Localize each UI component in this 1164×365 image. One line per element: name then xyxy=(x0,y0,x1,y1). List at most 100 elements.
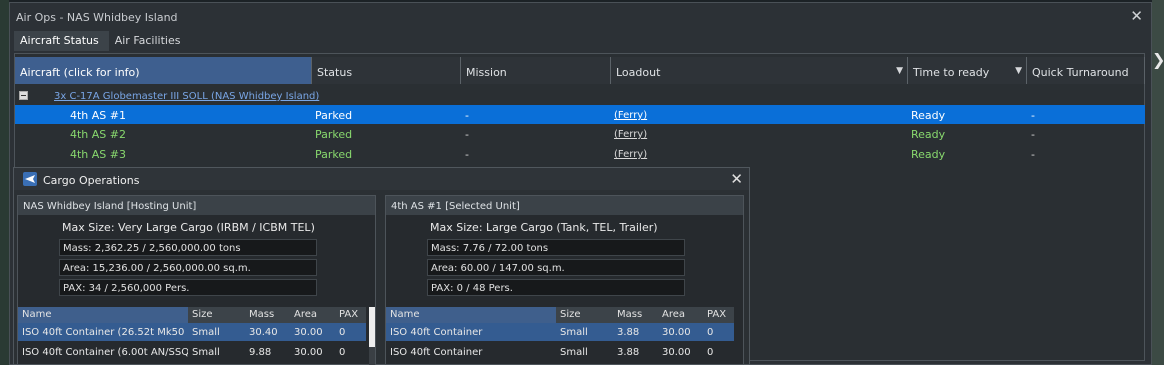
col-size[interactable]: Size xyxy=(188,307,245,323)
mass-meter: Mass: 7.76 / 72.00 tons xyxy=(427,239,685,256)
quick-turnaround: - xyxy=(1031,109,1035,122)
cargo-table-header: Name Size Mass Area PAX xyxy=(386,307,734,323)
cargo-size: Small xyxy=(192,347,220,358)
cargo-mass: 30.40 xyxy=(249,327,278,338)
tab-air-facilities[interactable]: Air Facilities xyxy=(109,31,191,51)
cargo-size: Small xyxy=(560,327,588,338)
max-size-label: Max Size: Large Cargo (Tank, TEL, Traile… xyxy=(430,221,658,234)
pax-meter: PAX: 0 / 48 Pers. xyxy=(427,279,685,296)
col-area[interactable]: Area xyxy=(658,307,703,323)
cargo-area: 30.00 xyxy=(294,327,323,338)
scrollbar-thumb[interactable] xyxy=(369,307,375,347)
tab-bar: Aircraft Status Air Facilities xyxy=(14,31,190,51)
column-header-time-to-ready[interactable]: Time to ready ▼ xyxy=(908,57,1027,84)
loadout-link[interactable]: (Ferry) xyxy=(614,149,647,160)
col-size[interactable]: Size xyxy=(556,307,613,323)
aircraft-mission: - xyxy=(465,109,469,122)
column-header-quick-turnaround[interactable]: Quick Turnaround xyxy=(1027,57,1145,84)
cargo-row[interactable]: ISO 40ft Container (6.00t AN/SSQ... Smal… xyxy=(18,343,366,361)
loadout-link[interactable]: (Ferry) xyxy=(614,110,647,121)
aircraft-name: 4th AS #3 xyxy=(70,148,126,161)
cargo-mass: 9.88 xyxy=(249,347,272,358)
cargo-area: 30.00 xyxy=(294,347,323,358)
cargo-table-header: Name Size Mass Area PAX xyxy=(18,307,366,323)
column-label: Time to ready xyxy=(913,66,990,79)
aircraft-status: Parked xyxy=(315,128,353,141)
column-label: Status xyxy=(317,66,353,79)
background-map-right: ❯ xyxy=(1152,0,1164,365)
col-area[interactable]: Area xyxy=(290,307,335,323)
aircraft-name: 4th AS #1 xyxy=(70,109,126,122)
cargo-mass: 3.88 xyxy=(617,327,640,338)
quick-turnaround: - xyxy=(1031,148,1035,161)
cargo-name: ISO 40ft Container (26.52t Mk50 B... xyxy=(22,327,188,338)
col-name[interactable]: Name xyxy=(18,307,188,323)
column-header-loadout[interactable]: Loadout ▼ xyxy=(611,57,908,84)
cargo-name: ISO 40ft Container xyxy=(390,327,483,338)
area-meter: Area: 60.00 / 147.00 sq.m. xyxy=(427,259,685,276)
chevron-right-icon[interactable]: ❯ xyxy=(1152,50,1164,69)
close-icon[interactable]: ✕ xyxy=(1130,7,1143,25)
aircraft-row[interactable]: 4th AS #1 Parked - (Ferry) Ready - xyxy=(15,105,1145,124)
cargo-dialog-title: Cargo Operations xyxy=(43,174,140,187)
aircraft-group-row: 3x C-17A Globemaster III SOLL (NAS Whidb… xyxy=(15,88,1145,105)
time-to-ready: Ready xyxy=(911,128,946,141)
aircraft-row[interactable]: 4th AS #2 Parked - (Ferry) Ready - xyxy=(15,124,1145,143)
tab-aircraft-status[interactable]: Aircraft Status xyxy=(14,31,109,51)
cargo-dialog-header: Cargo Operations ✕ xyxy=(14,168,749,190)
pax-meter: PAX: 34 / 2,560,000 Pers. xyxy=(59,279,317,296)
col-mass[interactable]: Mass xyxy=(245,307,290,323)
cargo-name: ISO 40ft Container (6.00t AN/SSQ... xyxy=(22,347,188,358)
selected-unit-header: 4th AS #1 [Selected Unit] xyxy=(386,196,743,215)
aircraft-row[interactable]: 4th AS #3 Parked - (Ferry) Ready - xyxy=(15,144,1145,163)
background-map-left xyxy=(0,0,9,365)
column-label: Quick Turnaround xyxy=(1032,66,1129,79)
cargo-name: ISO 40ft Container xyxy=(390,347,483,358)
cargo-pax: 0 xyxy=(339,327,346,338)
aircraft-mission: - xyxy=(465,128,469,141)
column-label: Mission xyxy=(466,66,507,79)
cargo-size: Small xyxy=(192,327,220,338)
column-label: Loadout xyxy=(616,66,661,79)
cargo-row[interactable]: ISO 40ft Container (26.52t Mk50 B... Sma… xyxy=(18,323,366,341)
cargo-mass: 3.88 xyxy=(617,347,640,358)
cargo-row[interactable]: ISO 40ft Container Small 3.88 30.00 0 xyxy=(386,343,734,361)
selected-unit-pane: 4th AS #1 [Selected Unit] Max Size: Larg… xyxy=(385,195,744,365)
area-meter: Area: 15,236.00 / 2,560,000.00 sq.m. xyxy=(59,259,317,276)
aircraft-name: 4th AS #2 xyxy=(70,128,126,141)
hosting-unit-header: NAS Whidbey Island [Hosting Unit] xyxy=(18,196,375,215)
col-mass[interactable]: Mass xyxy=(613,307,658,323)
col-pax[interactable]: PAX xyxy=(703,307,734,323)
dropdown-icon[interactable]: ▼ xyxy=(896,66,903,76)
cargo-area: 30.00 xyxy=(662,347,691,358)
cargo-size: Small xyxy=(560,347,588,358)
max-size-label: Max Size: Very Large Cargo (IRBM / ICBM … xyxy=(62,221,315,234)
cargo-operations-dialog: Cargo Operations ✕ NAS Whidbey Island [H… xyxy=(13,167,750,365)
cargo-pax: 0 xyxy=(339,347,346,358)
dropdown-icon[interactable]: ▼ xyxy=(1015,66,1022,76)
time-to-ready: Ready xyxy=(911,109,946,122)
column-header-status[interactable]: Status xyxy=(312,57,461,84)
cargo-area: 30.00 xyxy=(662,327,691,338)
time-to-ready: Ready xyxy=(911,148,946,161)
column-header-aircraft[interactable]: Aircraft (click for info) xyxy=(15,57,312,84)
close-icon[interactable]: ✕ xyxy=(730,170,743,188)
aircraft-status: Parked xyxy=(315,109,353,122)
scrollbar[interactable] xyxy=(369,307,375,365)
col-name[interactable]: Name xyxy=(386,307,556,323)
cargo-icon xyxy=(23,172,37,186)
aircraft-status: Parked xyxy=(315,148,353,161)
aircraft-mission: - xyxy=(465,148,469,161)
column-header-mission[interactable]: Mission xyxy=(461,57,611,84)
cargo-pax: 0 xyxy=(707,347,714,358)
mass-meter: Mass: 2,362.25 / 2,560,000.00 tons xyxy=(59,239,317,256)
quick-turnaround: - xyxy=(1031,128,1035,141)
col-pax[interactable]: PAX xyxy=(335,307,366,323)
hosting-unit-pane: NAS Whidbey Island [Hosting Unit] Max Si… xyxy=(17,195,376,365)
aircraft-grid-header: Aircraft (click for info) Status Mission… xyxy=(15,57,1145,84)
aircraft-group-link[interactable]: 3x C-17A Globemaster III SOLL (NAS Whidb… xyxy=(54,91,319,102)
cargo-row[interactable]: ISO 40ft Container Small 3.88 30.00 0 xyxy=(386,323,734,341)
cargo-pax: 0 xyxy=(707,327,714,338)
loadout-link[interactable]: (Ferry) xyxy=(614,129,647,140)
collapse-icon[interactable] xyxy=(19,91,28,100)
